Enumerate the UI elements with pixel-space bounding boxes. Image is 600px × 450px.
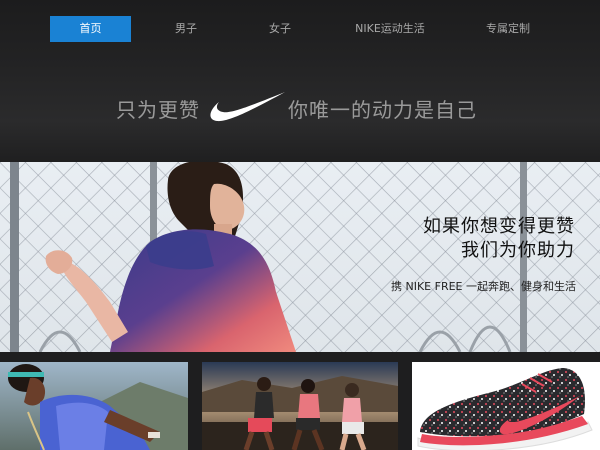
header: 首页 男子 女子 NIKE运动生活 专属定制 只为更赞 你唯一的动力是自己 xyxy=(0,0,600,162)
hero-title-line2: 我们为你助力 xyxy=(461,240,575,261)
hero-banner[interactable]: 如果你想变得更赞 我们为你助力 携 NIKE FREE 一起奔跑、健身和生活 xyxy=(0,162,600,352)
nav-item-women[interactable]: 女子 xyxy=(244,16,316,42)
hero-title-line1: 如果你想变得更赞 xyxy=(423,216,575,237)
divider xyxy=(0,352,600,362)
thumb-nike-free-shoe[interactable] xyxy=(412,362,600,450)
slogan-right-text: 你唯一的动力是自己 xyxy=(288,98,477,122)
woman-runner-image xyxy=(0,362,188,450)
thumb-woman-runner[interactable] xyxy=(0,362,188,450)
nav-item-home[interactable]: 首页 xyxy=(50,16,131,42)
slogan: 只为更赞 你唯一的动力是自己 xyxy=(0,88,600,128)
nav-item-custom[interactable]: 专属定制 xyxy=(470,16,546,42)
thumb-group-runners[interactable] xyxy=(202,362,398,450)
main-nav: 首页 男子 女子 NIKE运动生活 专属定制 xyxy=(0,16,600,42)
thumbnail-row xyxy=(0,362,600,450)
slogan-left-text: 只为更赞 xyxy=(116,98,200,122)
nav-item-men[interactable]: 男子 xyxy=(150,16,222,42)
nav-item-sportswear[interactable]: NIKE运动生活 xyxy=(344,16,436,42)
group-runners-image xyxy=(202,362,398,450)
hero-subtitle: 携 NIKE FREE 一起奔跑、健身和生活 xyxy=(391,280,576,293)
nike-swoosh-icon xyxy=(210,92,285,122)
nike-free-shoe-image xyxy=(412,362,600,450)
